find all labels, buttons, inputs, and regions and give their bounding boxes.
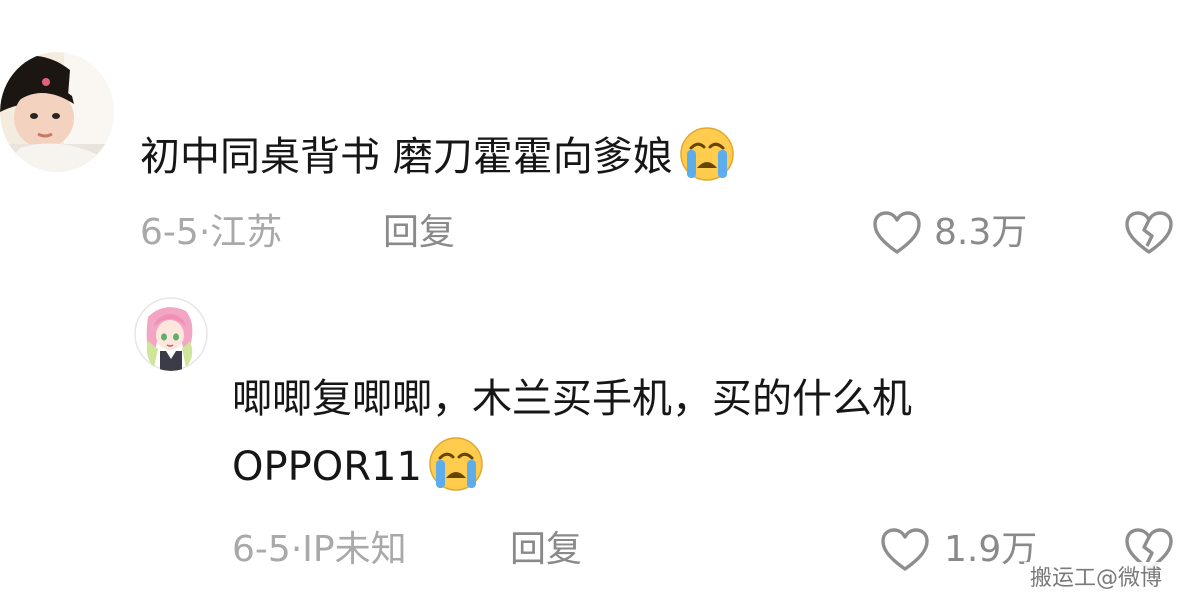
comment-location: 江苏 — [210, 212, 283, 253]
avatar-photo — [0, 52, 114, 172]
dislike-broken-heart-icon[interactable] — [1123, 210, 1175, 260]
reply-button[interactable]: 回复 — [510, 527, 582, 573]
comment-meta: 6-5·江苏 — [140, 210, 282, 256]
reply-button[interactable]: 回复 — [383, 210, 455, 256]
comment-location: IP未知 — [302, 529, 407, 570]
avatar[interactable] — [0, 52, 114, 172]
comment-text-line: 唧唧复唧唧，木兰买手机，买的什么机 — [232, 376, 912, 422]
avatar[interactable] — [134, 297, 208, 371]
comment-text-body: 初中同桌背书 磨刀霍霍向爹娘 — [140, 134, 673, 180]
watermark: 搬运工@微博 — [1023, 562, 1168, 596]
loudly-crying-emoji-icon — [426, 432, 486, 492]
comment-text-line: OPPOR11 — [232, 444, 422, 490]
meta-separator: · — [198, 212, 211, 253]
comment-meta: 6-5·IP未知 — [232, 527, 407, 573]
comment-date: 6-5 — [232, 529, 291, 570]
loudly-crying-emoji-icon — [677, 122, 737, 182]
comment-date: 6-5 — [140, 212, 199, 253]
like-heart-icon[interactable] — [872, 210, 922, 260]
comment-text: 初中同桌背书 磨刀霍霍向爹娘 — [140, 122, 737, 189]
meta-separator: · — [290, 529, 303, 570]
avatar-anime-girl — [134, 297, 208, 371]
comment-text: 唧唧复唧唧，木兰买手机，买的什么机 OPPOR11 — [232, 366, 1102, 500]
like-count: 8.3万 — [934, 212, 1028, 253]
like-heart-icon[interactable] — [880, 527, 930, 577]
